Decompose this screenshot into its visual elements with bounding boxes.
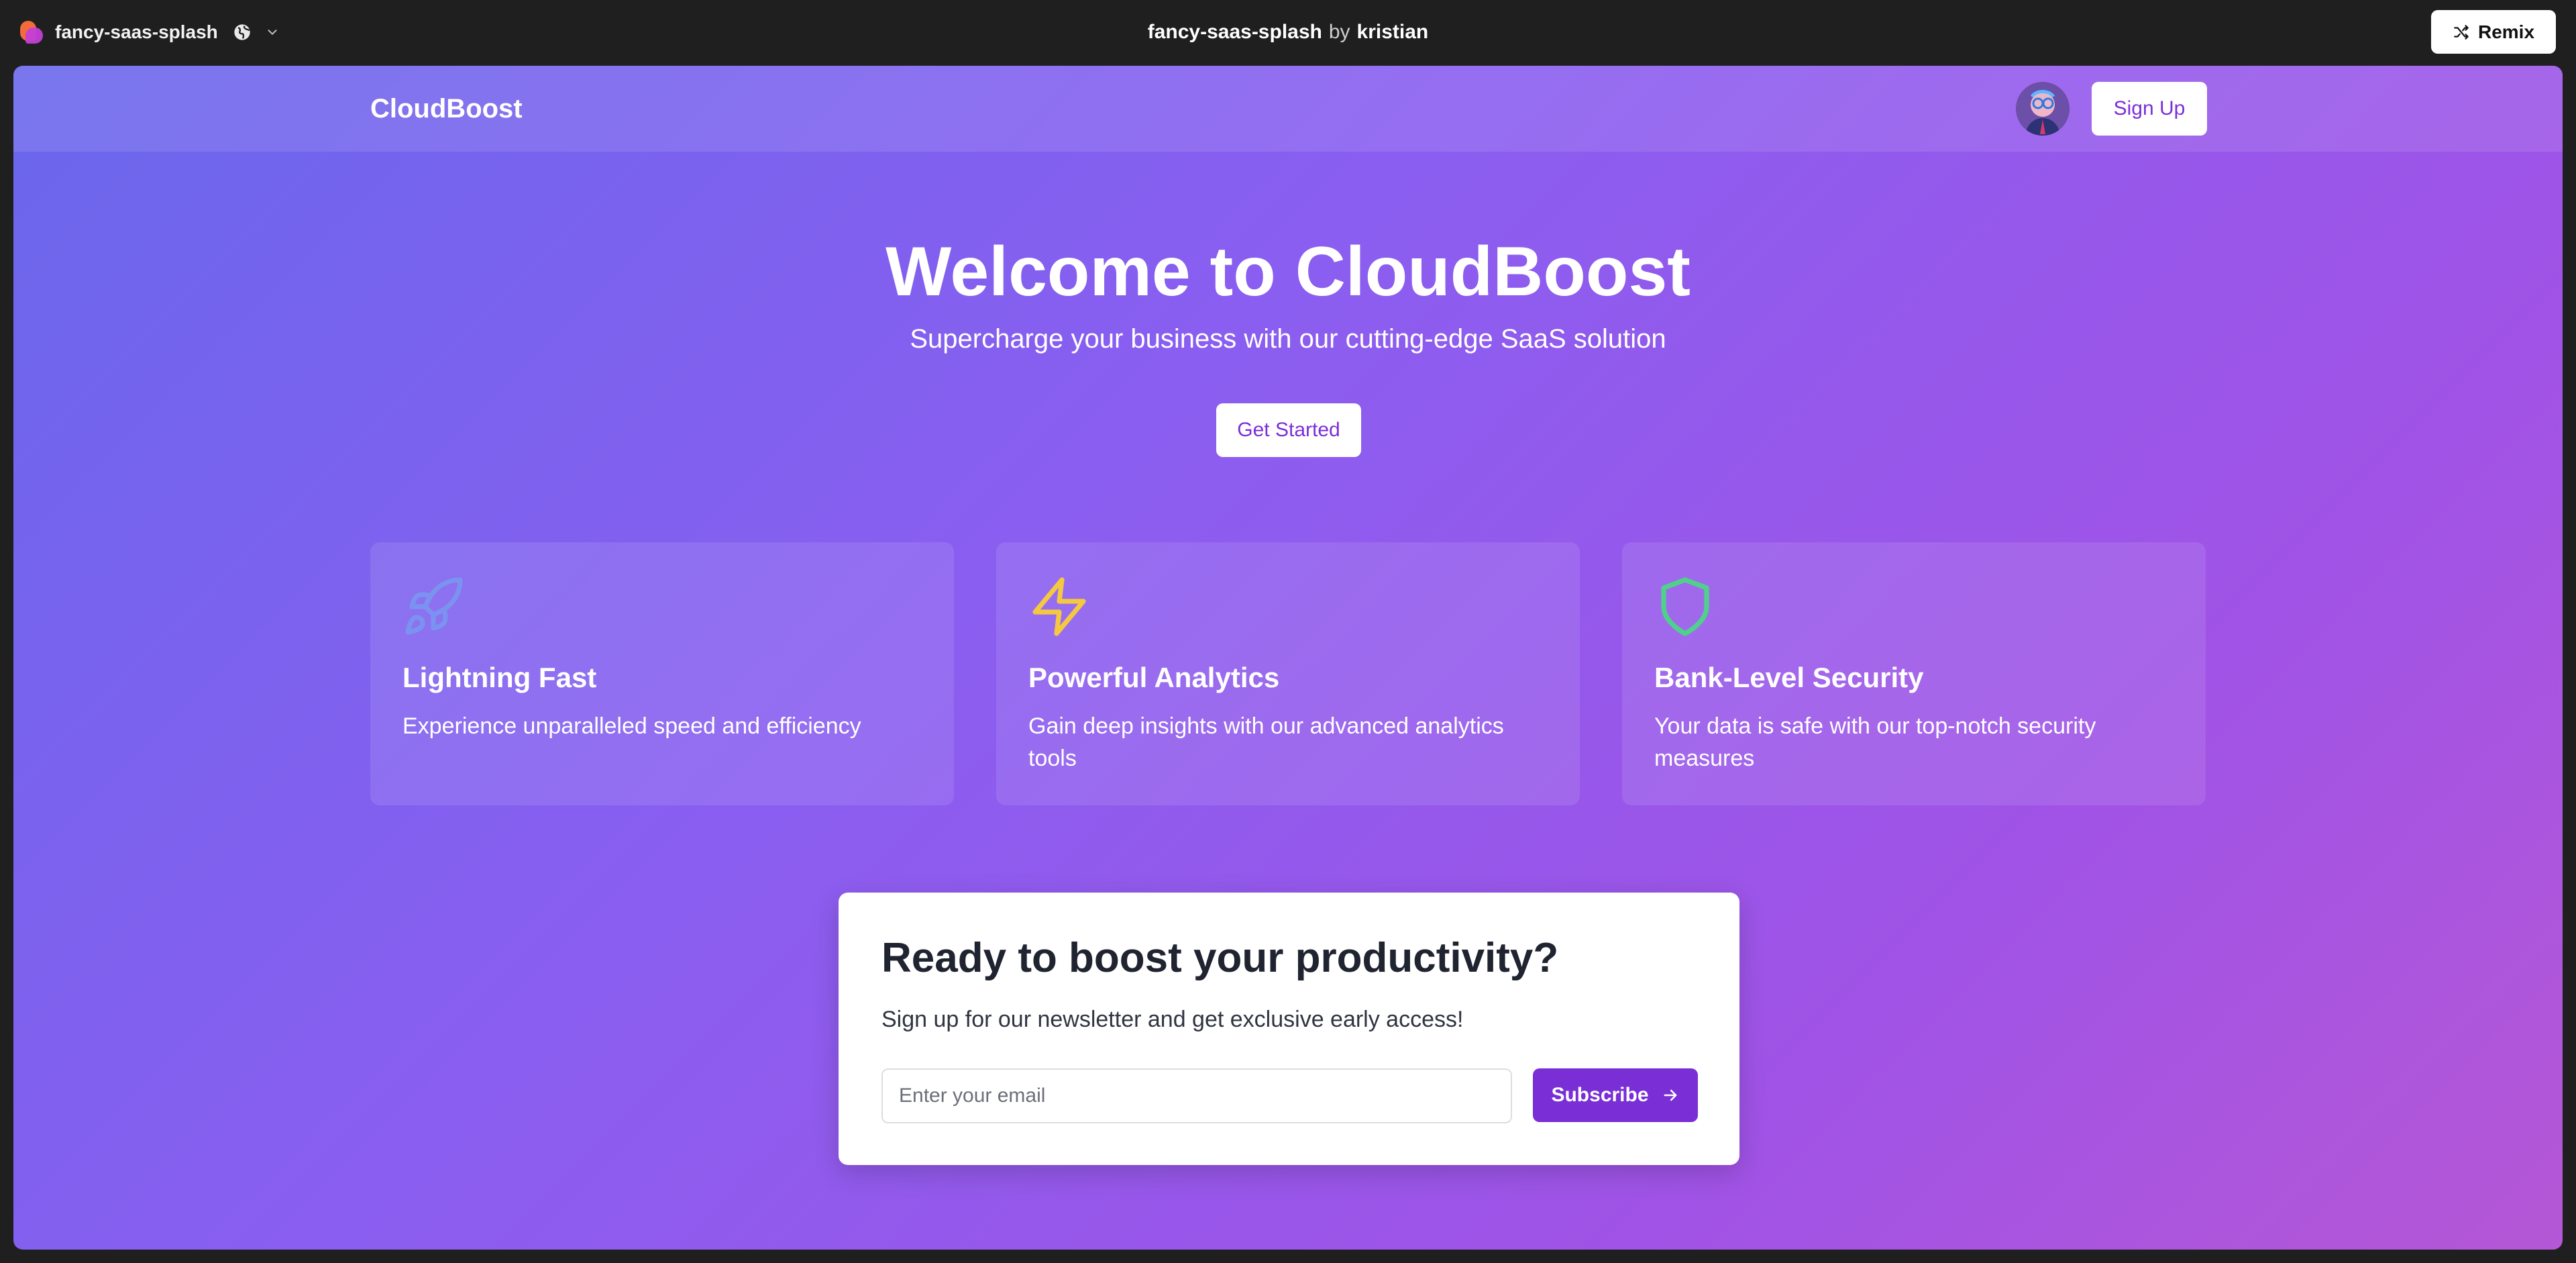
shuffle-icon bbox=[2454, 24, 2469, 40]
remix-label: Remix bbox=[2477, 21, 2535, 42]
subscribe-button[interactable]: Subscribe bbox=[1533, 1068, 1698, 1122]
remix-button[interactable]: Remix bbox=[2431, 10, 2556, 54]
newsletter-text: Sign up for our newsletter and get exclu… bbox=[881, 1007, 1464, 1032]
feature-card-bank-level-security: Bank-Level Security Your data is safe wi… bbox=[1622, 542, 2206, 805]
hero-title: Welcome to CloudBoost bbox=[885, 233, 1690, 311]
feature-title: Lightning Fast bbox=[402, 662, 597, 693]
arrow-right-icon bbox=[1664, 1089, 1676, 1101]
host-toolbar: fancy-saas-splash fancy-saas-splash by k… bbox=[0, 0, 2576, 64]
rocket-icon bbox=[405, 577, 463, 635]
sign-up-button[interactable]: Sign Up bbox=[2092, 82, 2207, 136]
brand-logo[interactable]: CloudBoost bbox=[370, 66, 523, 152]
project-name[interactable]: fancy-saas-splash bbox=[55, 21, 218, 43]
feature-description: Your data is safe with our top-notch sec… bbox=[1654, 713, 2096, 771]
chevron-down-icon[interactable] bbox=[265, 25, 280, 40]
avatar[interactable] bbox=[2016, 82, 2070, 136]
title-author: kristian bbox=[1356, 21, 1429, 43]
feature-card-powerful-analytics: Powerful Analytics Gain deep insights wi… bbox=[996, 542, 1580, 805]
globe-icon[interactable] bbox=[233, 23, 252, 42]
project-title: fancy-saas-splash by kristian bbox=[0, 0, 2576, 64]
hero-subtitle: Supercharge your business with our cutti… bbox=[910, 324, 1666, 354]
project-menu[interactable]: fancy-saas-splash bbox=[20, 0, 280, 64]
app-logo-icon bbox=[20, 21, 43, 44]
feature-card-lightning-fast: Lightning Fast Experience unparalleled s… bbox=[370, 542, 954, 805]
title-by: by bbox=[1328, 21, 1350, 43]
shield-icon bbox=[1661, 577, 1709, 636]
feature-title: Bank-Level Security bbox=[1654, 662, 1924, 693]
title-project-name: fancy-saas-splash bbox=[1147, 21, 1322, 43]
lightning-icon bbox=[1032, 577, 1086, 636]
get-started-button[interactable]: Get Started bbox=[1216, 403, 1361, 457]
subscribe-label: Subscribe bbox=[1551, 1084, 1649, 1106]
app-preview: CloudBoost Sign Up Welcome to CloudBoost… bbox=[13, 66, 2563, 1250]
site-navbar: CloudBoost Sign Up bbox=[13, 66, 2563, 152]
newsletter-card: Ready to boost your productivity? Sign u… bbox=[839, 893, 1739, 1165]
feature-description: Gain deep insights with our advanced ana… bbox=[1028, 713, 1504, 771]
feature-description: Experience unparalleled speed and effici… bbox=[402, 713, 861, 739]
email-field[interactable] bbox=[881, 1068, 1512, 1123]
newsletter-title: Ready to boost your productivity? bbox=[881, 935, 1559, 981]
feature-title: Powerful Analytics bbox=[1028, 662, 1280, 693]
